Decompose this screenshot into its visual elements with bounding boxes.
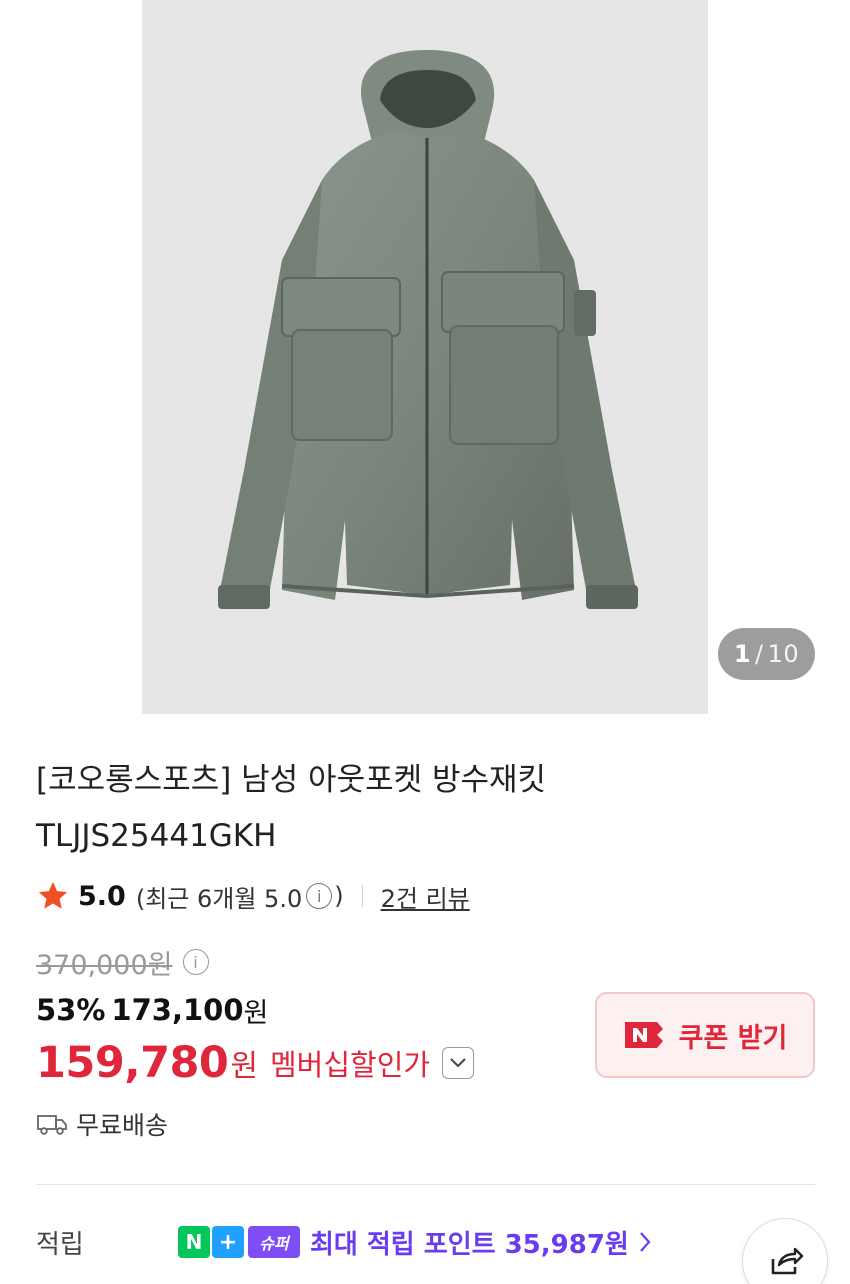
shipping-label: 무료배송 bbox=[76, 1111, 169, 1140]
counter-separator: / bbox=[755, 640, 764, 668]
original-price-row: 370,000원 i bbox=[36, 940, 211, 984]
product-title-line1: [코오롱스포츠] 남성 아웃포켓 방수재킷 bbox=[36, 762, 547, 798]
points-row[interactable]: 적립 N + 슈퍼 최대 적립 포인트 35,987원 bbox=[36, 1220, 815, 1264]
product-image[interactable] bbox=[142, 0, 708, 714]
product-title: [코오롱스포츠] 남성 아웃포켓 방수재킷 TLJJS25441GKH bbox=[36, 752, 776, 864]
rating-recent-close: ) bbox=[334, 882, 344, 910]
coupon-button[interactable]: 쿠폰 받기 bbox=[595, 992, 815, 1078]
shipping-row: 무료배송 bbox=[36, 1104, 168, 1144]
product-gallery[interactable]: 1 / 10 bbox=[0, 0, 850, 714]
chevron-right-icon bbox=[640, 1232, 651, 1252]
truck-icon bbox=[37, 1115, 67, 1135]
member-price-row: 159,780 원 멤버십할인가 bbox=[36, 1036, 475, 1090]
naver-coupon-icon bbox=[624, 1022, 663, 1048]
image-counter: 1 / 10 bbox=[718, 628, 815, 680]
member-price: 159,780 bbox=[36, 1038, 229, 1088]
naver-n-badge: N bbox=[178, 1226, 210, 1258]
super-badge: 슈퍼 bbox=[248, 1226, 300, 1258]
plus-badge: + bbox=[212, 1226, 244, 1258]
star-icon bbox=[38, 881, 68, 909]
rating-row: 5.0 (최근 6개월 5.0 i ) 2건 리뷰 bbox=[36, 874, 470, 918]
rating-score: 5.0 bbox=[78, 880, 126, 912]
sale-price: 173,100 bbox=[111, 993, 244, 1027]
share-icon bbox=[771, 1247, 804, 1275]
review-link[interactable]: 2건 리뷰 bbox=[381, 879, 470, 914]
counter-total: 10 bbox=[767, 640, 800, 668]
expand-member-price-button[interactable] bbox=[442, 1047, 475, 1079]
sale-price-row: 53% 173,100 원 bbox=[36, 988, 268, 1032]
info-icon[interactable]: i bbox=[306, 883, 333, 909]
counter-current: 1 bbox=[733, 640, 752, 668]
divider bbox=[361, 885, 363, 907]
price-info-icon[interactable]: i bbox=[182, 949, 209, 975]
coupon-label: 쿠폰 받기 bbox=[678, 1022, 788, 1054]
member-price-unit: 원 bbox=[230, 1049, 258, 1084]
product-title-line2: TLJJS25441GKH bbox=[36, 818, 277, 854]
discount-percent: 53% bbox=[36, 993, 106, 1027]
chevron-down-icon bbox=[450, 1058, 466, 1068]
member-price-label: 멤버십할인가 bbox=[269, 1048, 431, 1082]
section-divider bbox=[36, 1184, 815, 1185]
points-text: 최대 적립 포인트 35,987원 bbox=[310, 1229, 629, 1260]
original-price: 370,000원 bbox=[36, 949, 173, 981]
points-label: 적립 bbox=[36, 1229, 84, 1260]
sale-price-unit: 원 bbox=[243, 997, 269, 1029]
rating-recent: (최근 6개월 5.0 bbox=[135, 884, 303, 913]
